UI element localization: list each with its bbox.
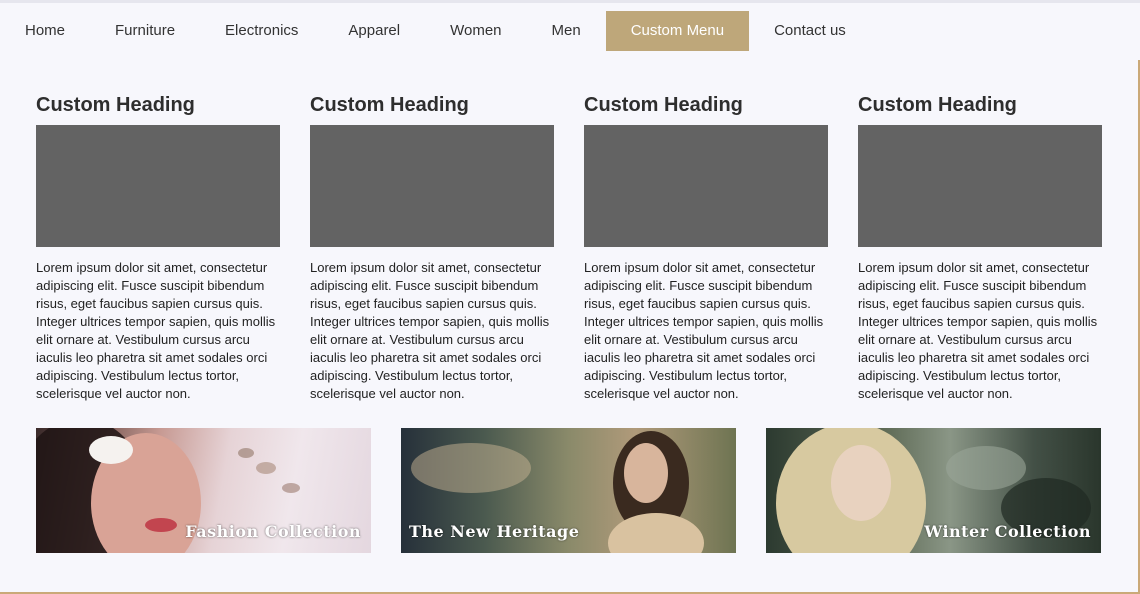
nav-item-men[interactable]: Men [527,11,606,51]
column-text: Lorem ipsum dolor sit amet, consectetur … [858,260,1098,401]
column-heading: Custom Heading [858,94,1017,116]
column-text: Lorem ipsum dolor sit amet, consectetur … [310,260,550,401]
banner-caption: The New Heritage [409,522,580,541]
nav-item-apparel[interactable]: Apparel [323,11,425,51]
banner-caption: Fashion Collection [185,522,361,541]
banner-new-heritage[interactable]: The New Heritage [401,428,736,553]
banner-fashion-collection[interactable]: Fashion Collection [36,428,371,553]
banner-winter-collection[interactable]: Winter Collection [766,428,1101,553]
nav-item-furniture[interactable]: Furniture [90,11,200,51]
column-heading: Custom Heading [584,94,743,116]
nav-item-contact-us[interactable]: Contact us [749,11,871,51]
image-placeholder [584,125,828,247]
image-placeholder [310,125,554,247]
nav-item-home[interactable]: Home [0,11,90,51]
nav-item-women[interactable]: Women [425,11,526,51]
image-placeholder [36,125,280,247]
column-heading: Custom Heading [310,94,469,116]
banner-caption: Winter Collection [924,522,1091,541]
image-placeholder [858,125,1102,247]
main-nav: Home Furniture Electronics Apparel Women… [0,11,871,51]
column-heading: Custom Heading [36,94,195,116]
content-column-2: Custom Heading Lorem ipsum dolor sit ame… [310,92,554,403]
nav-item-custom-menu[interactable]: Custom Menu [605,11,750,51]
content-column-4: Custom Heading Lorem ipsum dolor sit ame… [858,92,1102,403]
top-border [0,0,1140,3]
content-column-3: Custom Heading Lorem ipsum dolor sit ame… [584,92,828,403]
column-text: Lorem ipsum dolor sit amet, consectetur … [36,260,276,401]
content-column-1: Custom Heading Lorem ipsum dolor sit ame… [36,92,280,403]
nav-item-electronics[interactable]: Electronics [200,11,323,51]
column-text: Lorem ipsum dolor sit amet, consectetur … [584,260,824,401]
